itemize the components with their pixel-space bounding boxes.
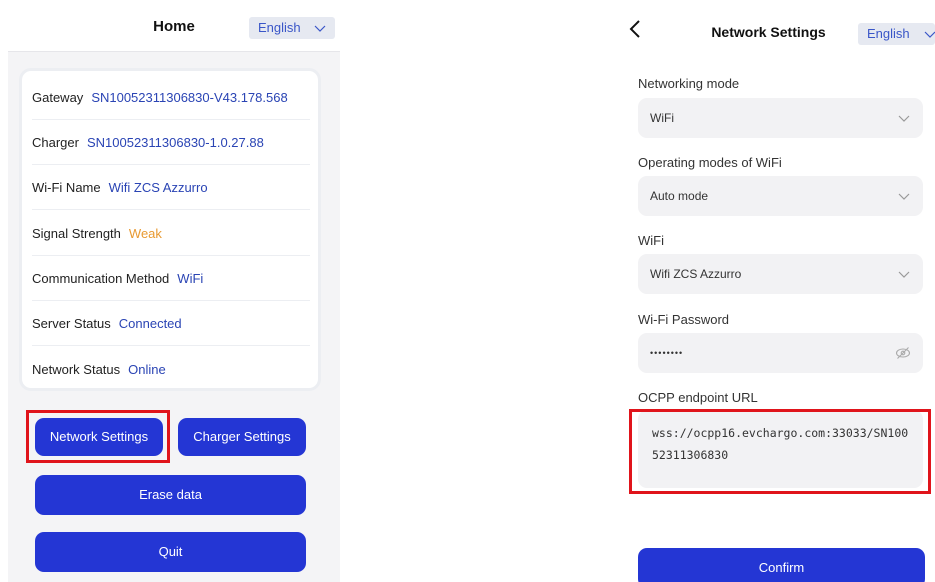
home-header: Home English <box>8 0 340 52</box>
wifi-password-label: Wi-Fi Password <box>638 312 730 327</box>
wifi-mode-select[interactable]: Auto mode <box>638 176 923 216</box>
info-value: SN10052311306830-1.0.27.88 <box>86 135 264 150</box>
info-label: Server Status <box>32 316 111 331</box>
language-selector[interactable]: English <box>858 23 935 45</box>
eye-off-icon[interactable] <box>895 345 911 361</box>
info-row-gateway: Gateway SN10052311306830-V43.178.568 <box>32 75 310 120</box>
info-value: Online <box>128 362 166 377</box>
info-label: Communication Method <box>32 271 170 286</box>
network-settings-screen: Network Settings English Networking mode… <box>620 0 935 582</box>
info-row-wifi-name: Wi-Fi Name Wifi ZCS Azzurro <box>32 165 310 210</box>
language-label: English <box>258 20 301 35</box>
ocpp-url-label: OCPP endpoint URL <box>638 390 758 405</box>
networking-mode-select[interactable]: WiFi <box>638 98 923 138</box>
info-value: WiFi <box>177 271 204 286</box>
wifi-select[interactable]: Wifi ZCS Azzurro <box>638 254 923 294</box>
chevron-down-icon <box>898 271 910 278</box>
info-row-network-status: Network Status Online <box>32 347 310 392</box>
chevron-down-icon <box>924 31 935 38</box>
wifi-password-field[interactable]: •••••••• <box>638 333 923 373</box>
networking-mode-label: Networking mode <box>638 76 740 91</box>
wifi-mode-value: Auto mode <box>650 189 709 203</box>
ocpp-url-field[interactable]: wss://ocpp16.evchargo.com:33033/SN100523… <box>638 410 923 488</box>
info-value: Wifi ZCS Azzurro <box>108 180 208 195</box>
info-value: Weak <box>128 226 162 241</box>
info-row-signal-strength: Signal Strength Weak <box>32 211 310 256</box>
info-label: Gateway <box>32 90 84 105</box>
chevron-down-icon <box>898 193 910 200</box>
home-screen: Home English Gateway SN10052311306830-V43… <box>8 0 340 582</box>
wifi-value: Wifi ZCS Azzurro <box>650 267 742 281</box>
info-row-communication-method: Communication Method WiFi <box>32 256 310 301</box>
info-label: Signal Strength <box>32 226 121 241</box>
info-label: Charger <box>32 135 79 150</box>
info-value: Connected <box>118 316 182 331</box>
info-value: SN10052311306830-V43.178.568 <box>91 90 288 105</box>
network-settings-button[interactable]: Network Settings <box>35 418 163 456</box>
chevron-down-icon <box>314 25 326 32</box>
info-label: Network Status <box>32 362 121 377</box>
info-row-charger: Charger SN10052311306830-1.0.27.88 <box>32 120 310 165</box>
charger-settings-button[interactable]: Charger Settings <box>178 418 306 456</box>
erase-data-button[interactable]: Erase data <box>35 475 306 515</box>
device-info-card: Gateway SN10052311306830-V43.178.568 Char… <box>19 68 321 391</box>
language-label: English <box>867 26 910 41</box>
language-selector[interactable]: English <box>249 17 335 39</box>
chevron-down-icon <box>898 115 910 122</box>
confirm-button[interactable]: Confirm <box>638 548 925 582</box>
info-row-server-status: Server Status Connected <box>32 301 310 346</box>
wifi-password-value: •••••••• <box>650 348 684 358</box>
info-label: Wi-Fi Name <box>32 180 101 195</box>
wifi-label: WiFi <box>638 233 664 248</box>
wifi-mode-label: Operating modes of WiFi <box>638 155 782 170</box>
networking-mode-value: WiFi <box>650 111 674 125</box>
quit-button[interactable]: Quit <box>35 532 306 572</box>
